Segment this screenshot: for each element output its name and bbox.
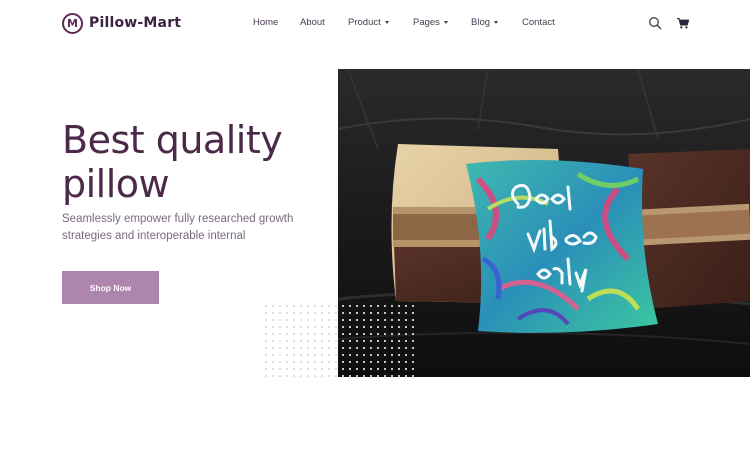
hero-subtitle: Seamlessly empower fully researched grow… (62, 211, 322, 245)
site-header: M Pillow-Mart Home About Product Pages B… (0, 0, 750, 46)
chevron-down-icon (494, 21, 499, 24)
nav-item-about[interactable]: About (300, 17, 325, 28)
cart-icon[interactable] (676, 16, 690, 30)
hero-subtitle-line: strategies and interoperable internal (62, 230, 246, 242)
nav-item-blog[interactable]: Blog (471, 17, 499, 28)
nav-item-home[interactable]: Home (253, 17, 278, 28)
hero-title: Best quality pillow (62, 118, 332, 206)
decorative-dot-grid (263, 303, 338, 378)
nav-item-pages[interactable]: Pages (413, 17, 448, 28)
decorative-dot-grid (340, 303, 418, 378)
nav-item-product[interactable]: Product (348, 17, 389, 28)
nav-item-contact[interactable]: Contact (522, 17, 555, 28)
main-nav: Home About Product Pages Blog Contact (0, 17, 750, 31)
search-icon[interactable] (648, 16, 662, 30)
chevron-down-icon (384, 21, 389, 24)
shop-now-button[interactable]: Shop Now (62, 271, 159, 304)
hero-title-line: pillow (62, 162, 170, 206)
chevron-down-icon (443, 21, 448, 24)
hero-title-line: Best quality (62, 118, 283, 162)
hero-subtitle-line: Seamlessly empower fully researched grow… (62, 213, 294, 225)
